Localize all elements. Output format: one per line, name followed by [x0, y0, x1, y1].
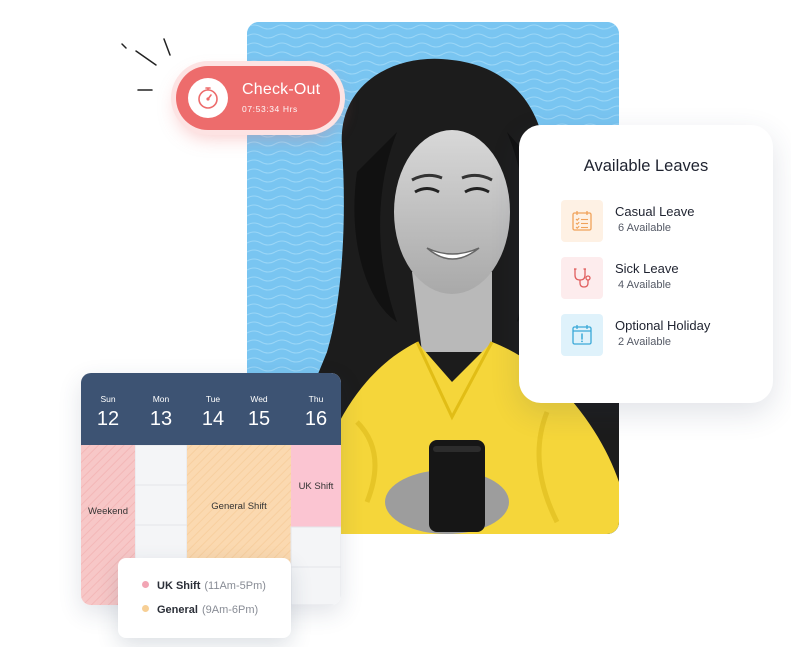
legend-item-uk-shift: UK Shift (11Am-5Pm) — [142, 580, 266, 592]
available-leaves-card: Available Leaves Casual Leave 6 Availabl… — [519, 125, 773, 403]
calendar-header: Sun 12 Mon 13 Tue 14 Wed 15 Thu 16 — [81, 373, 341, 445]
day-name: Sun — [100, 394, 116, 404]
check-out-button[interactable]: Check-Out 07:53:34 Hrs — [176, 66, 340, 130]
legend-hours: (11Am-5Pm) — [204, 580, 266, 592]
sparkle-lines-icon — [121, 38, 171, 91]
leave-name: Casual Leave — [615, 204, 695, 219]
day-number: 12 — [96, 408, 120, 430]
day-name: Mon — [152, 394, 170, 404]
shift-label: General Shift — [211, 500, 267, 512]
leave-name: Optional Holiday — [615, 318, 711, 333]
pink-dot-icon — [142, 581, 149, 588]
legend-name: General — [157, 604, 198, 616]
day-column-tue[interactable]: Tue 14 — [187, 373, 239, 445]
legend-name: UK Shift — [157, 580, 201, 592]
leave-count: 4 Available — [618, 279, 672, 291]
day-name: Tue — [205, 394, 221, 404]
general-shift[interactable]: General Shift — [199, 445, 279, 569]
checklist-calendar-icon — [561, 200, 603, 242]
shift-label: UK Shift — [298, 480, 334, 492]
leave-name: Sick Leave — [615, 261, 679, 276]
day-column-thu[interactable]: Thu 16 — [291, 373, 341, 445]
leaves-title: Available Leaves — [583, 157, 709, 175]
shift-legend: UK Shift (11Am-5Pm) General (9Am-6Pm) — [118, 558, 291, 638]
stopwatch-icon — [188, 78, 228, 118]
legend-hours: (9Am-6Pm) — [201, 604, 259, 616]
leave-item-casual[interactable]: Casual Leave 6 Available — [561, 200, 761, 244]
leave-count: 6 Available — [618, 222, 672, 234]
day-number: 13 — [149, 408, 173, 430]
check-out-label: Check-Out — [242, 81, 321, 98]
elapsed-time: 07:53:34 Hrs — [242, 104, 298, 114]
day-number: 16 — [304, 408, 328, 430]
day-number: 14 — [201, 408, 225, 430]
uk-shift[interactable]: UK Shift — [293, 445, 339, 529]
shift-label: Weekend — [88, 505, 128, 517]
peach-dot-icon — [142, 605, 149, 612]
day-number: 15 — [247, 408, 271, 430]
legend-item-general: General (9Am-6Pm) — [142, 604, 258, 616]
stethoscope-icon — [561, 257, 603, 299]
leave-item-optional-holiday[interactable]: Optional Holiday 2 Available — [561, 314, 761, 358]
leave-item-sick[interactable]: Sick Leave 4 Available — [561, 257, 761, 301]
day-name: Wed — [250, 394, 268, 404]
day-column-wed[interactable]: Wed 15 — [233, 373, 285, 445]
day-name: Thu — [308, 394, 324, 404]
alert-calendar-icon — [561, 314, 603, 356]
leave-count: 2 Available — [618, 336, 672, 348]
day-column-sun[interactable]: Sun 12 — [81, 373, 135, 445]
day-column-mon[interactable]: Mon 13 — [135, 373, 187, 445]
